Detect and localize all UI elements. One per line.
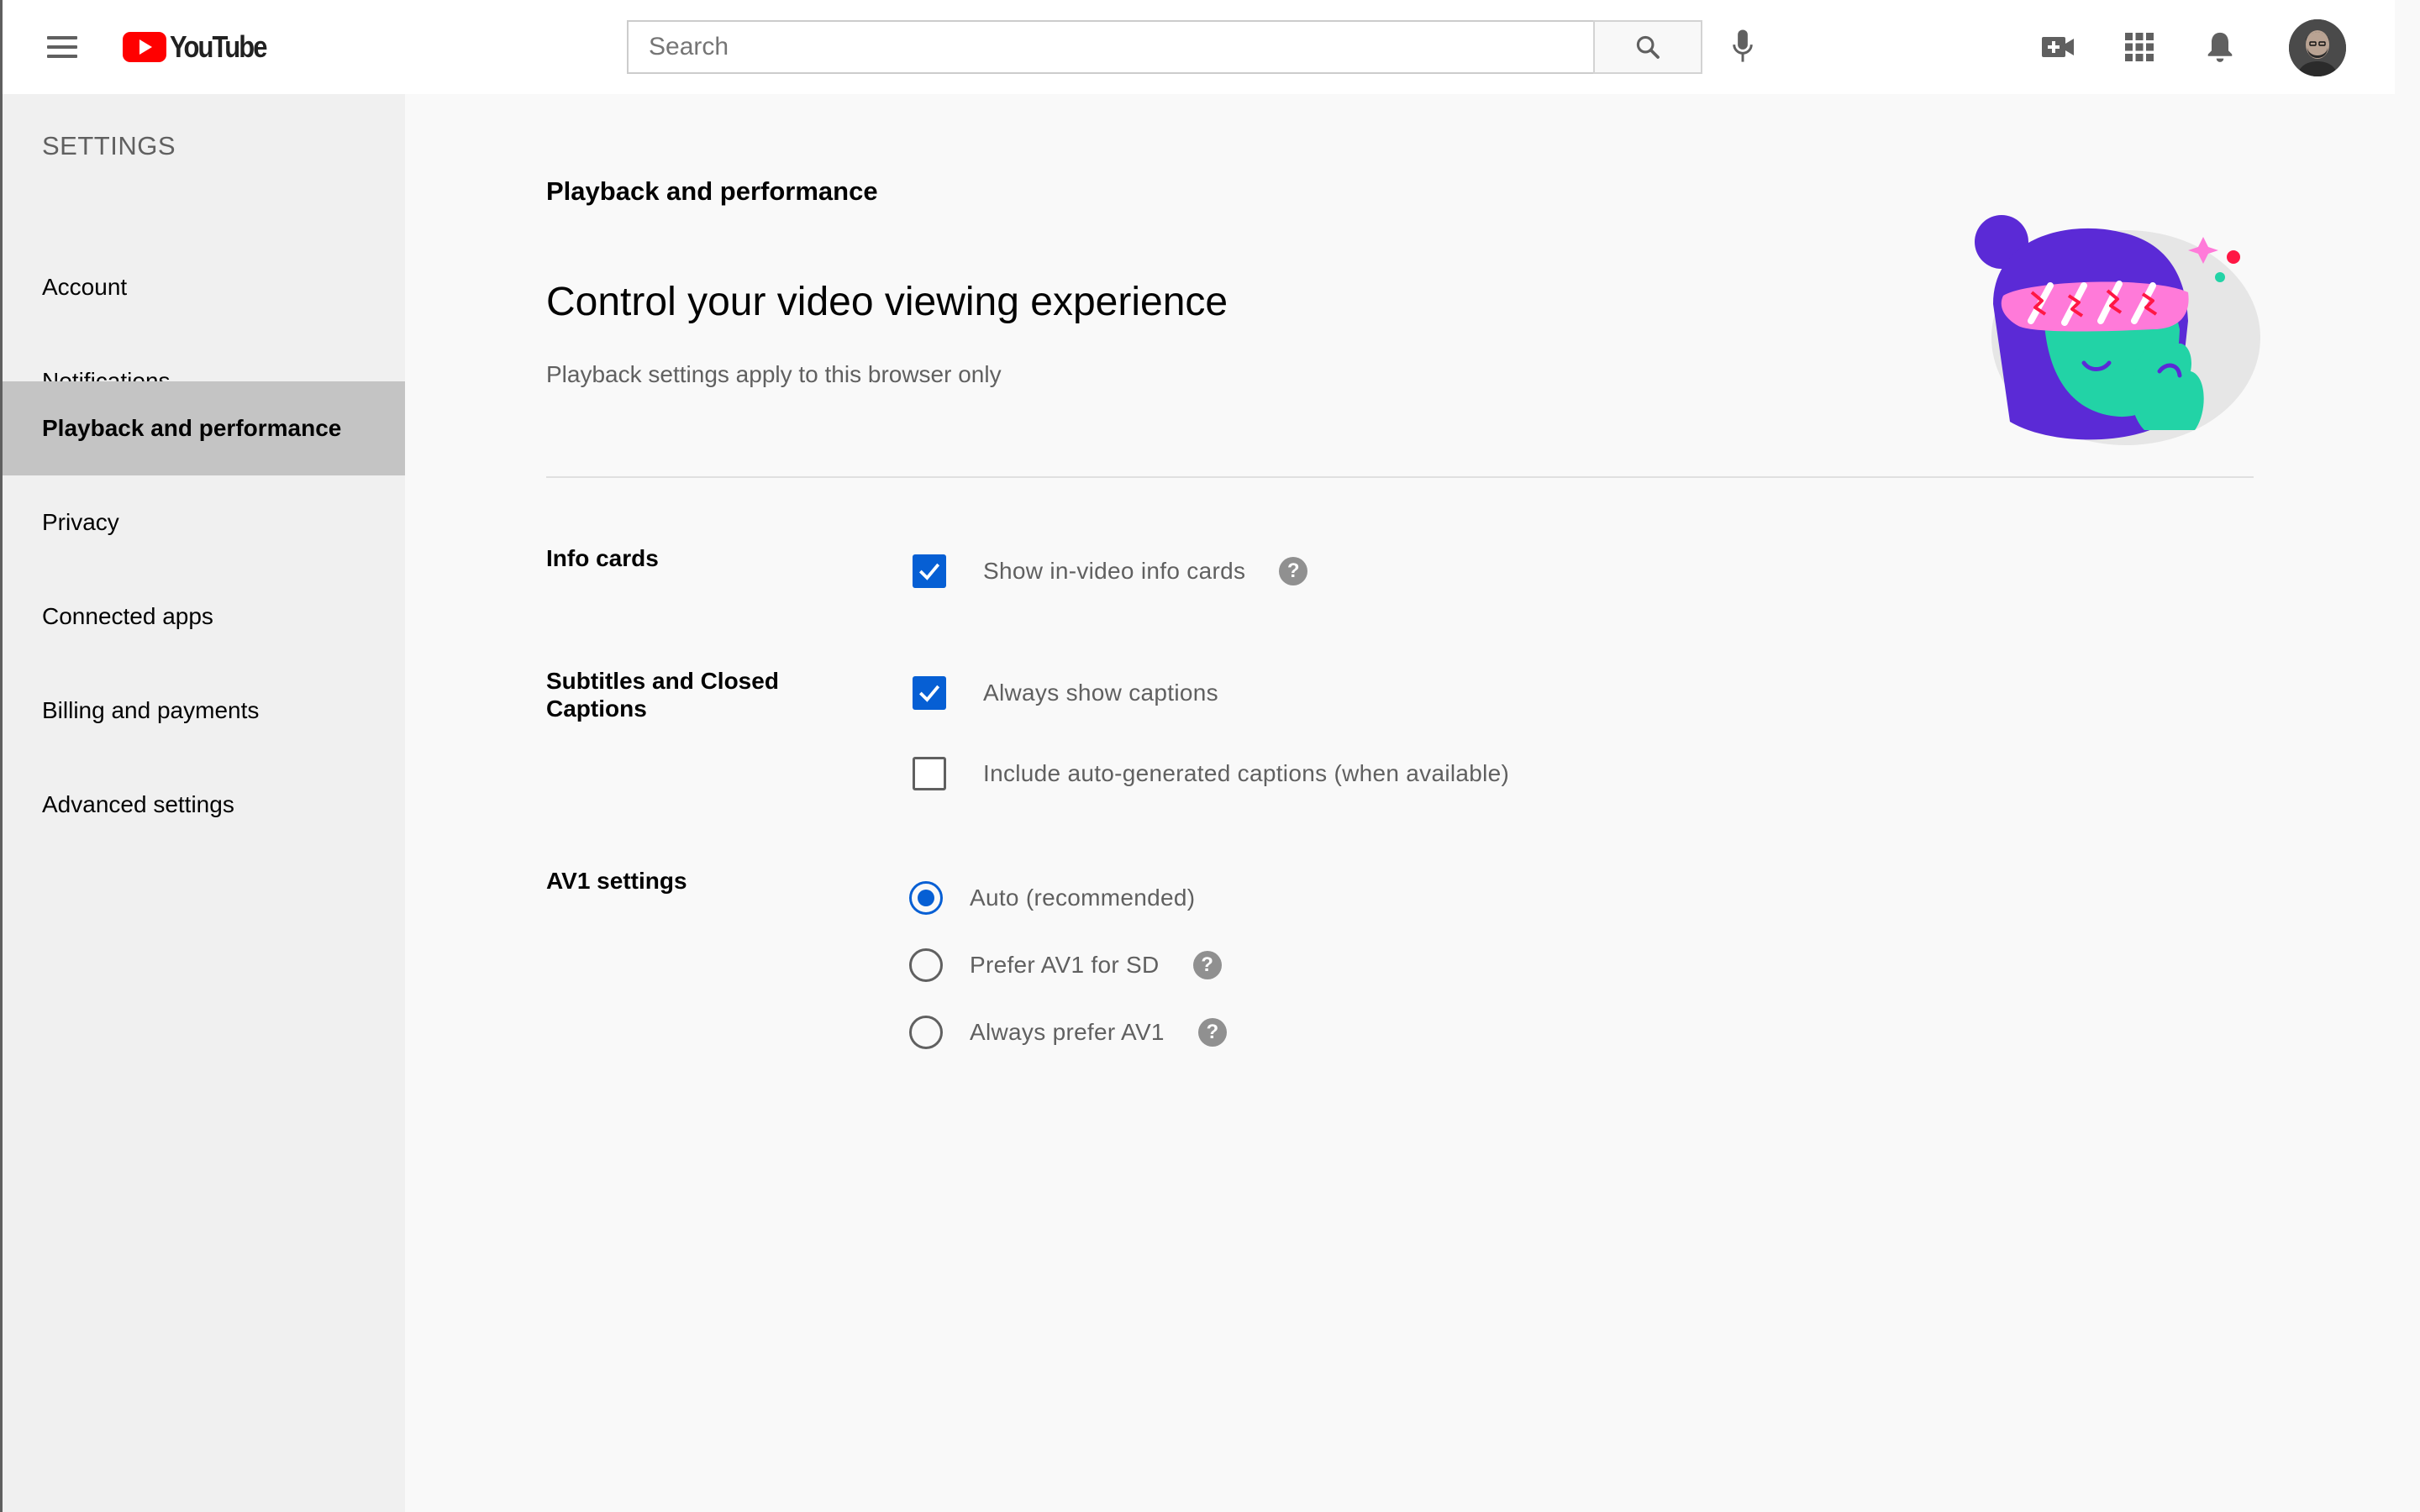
av1-auto-text: Auto (recommended) <box>970 885 1196 911</box>
create-video-icon[interactable] <box>2037 25 2081 69</box>
av1-always-prefer-option[interactable]: Always prefer AV1 ? <box>909 1016 1227 1049</box>
settings-main: Playback and performance Control your vi… <box>405 94 2395 1512</box>
info-cards-label: Info cards <box>546 545 659 571</box>
auto-generated-captions-text: Include auto-generated captions (when av… <box>983 760 1510 786</box>
always-show-captions-text: Always show captions <box>983 680 1218 706</box>
microphone-icon[interactable] <box>1723 25 1763 69</box>
apps-grid-icon[interactable] <box>2118 25 2161 69</box>
search-button[interactable] <box>1593 20 1702 74</box>
sidebar-item-account[interactable]: Account <box>0 240 405 334</box>
settings-sidebar: SETTINGS Account Notifications Playback … <box>0 94 405 1512</box>
av1-prefer-sd-text: Prefer AV1 for SD <box>970 952 1160 978</box>
av1-always-prefer-radio[interactable] <box>909 1016 943 1049</box>
sidebar-item-playback-and-performance[interactable]: Playback and performance <box>0 381 405 475</box>
page-subheading: Playback settings apply to this browser … <box>546 361 1002 387</box>
masthead: YouTube <box>0 0 2395 94</box>
sidebar-item-label: Privacy <box>42 509 119 535</box>
check-icon <box>919 685 940 702</box>
av1-always-prefer-help-icon[interactable]: ? <box>1197 1018 1227 1047</box>
show-info-cards-checkbox[interactable] <box>913 554 946 588</box>
av1-auto-option[interactable]: Auto (recommended) <box>909 881 1195 915</box>
auto-generated-captions-checkbox[interactable] <box>913 757 946 790</box>
youtube-logo[interactable]: YouTube <box>123 29 281 64</box>
sidebar-item-privacy[interactable]: Privacy <box>0 475 405 570</box>
info-cards-help-icon[interactable]: ? <box>1279 557 1308 585</box>
sidebar-item-label: Advanced settings <box>42 791 234 817</box>
info-cards-option[interactable]: Show in-video info cards ? <box>913 554 1308 588</box>
page-heading: Control your video viewing experience <box>546 280 1228 324</box>
sidebar-item-connected-apps[interactable]: Connected apps <box>0 570 405 664</box>
check-icon <box>919 563 940 580</box>
av1-prefer-sd-help-icon[interactable]: ? <box>1192 951 1222 979</box>
window-edge <box>0 0 3 1512</box>
search-input[interactable] <box>627 20 1595 74</box>
av1-prefer-sd-radio[interactable] <box>909 948 943 982</box>
always-show-captions-checkbox[interactable] <box>913 676 946 710</box>
search-icon <box>1636 35 1660 59</box>
youtube-play-icon <box>123 32 166 62</box>
section-label: Playback and performance <box>546 176 878 206</box>
notifications-bell-icon[interactable] <box>2198 25 2242 69</box>
sidebar-item-billing-and-payments[interactable]: Billing and payments <box>0 664 405 758</box>
window-gutter <box>2395 0 2420 1512</box>
av1-prefer-sd-option[interactable]: Prefer AV1 for SD ? <box>909 948 1222 982</box>
sidebar-title: SETTINGS <box>42 131 176 160</box>
show-info-cards-text: Show in-video info cards <box>983 558 1246 584</box>
auto-generated-captions-option[interactable]: Include auto-generated captions (when av… <box>913 757 1509 790</box>
playback-illustration <box>1951 203 2279 455</box>
sidebar-item-advanced-settings[interactable]: Advanced settings <box>0 758 405 852</box>
av1-auto-radio[interactable] <box>909 881 943 915</box>
av1-always-prefer-text: Always prefer AV1 <box>970 1019 1165 1045</box>
avatar[interactable] <box>2289 19 2346 76</box>
logo-text: YouTube <box>170 29 267 64</box>
section-divider <box>546 476 2254 478</box>
menu-icon[interactable] <box>42 29 82 66</box>
sidebar-item-label: Playback and performance <box>42 415 342 441</box>
page: YouTube Search SETTINGS Account Playback… <box>0 0 2420 1512</box>
sidebar-item-label: Billing and payments <box>42 697 260 723</box>
sidebar-item-label: Account <box>42 274 128 300</box>
av1-settings-label: AV1 settings <box>546 868 687 894</box>
always-show-captions-option[interactable]: Always show captions <box>913 676 1218 710</box>
sidebar-item-label: Connected apps <box>42 603 213 629</box>
subtitles-label: Subtitles and Closed Captions <box>546 668 779 722</box>
